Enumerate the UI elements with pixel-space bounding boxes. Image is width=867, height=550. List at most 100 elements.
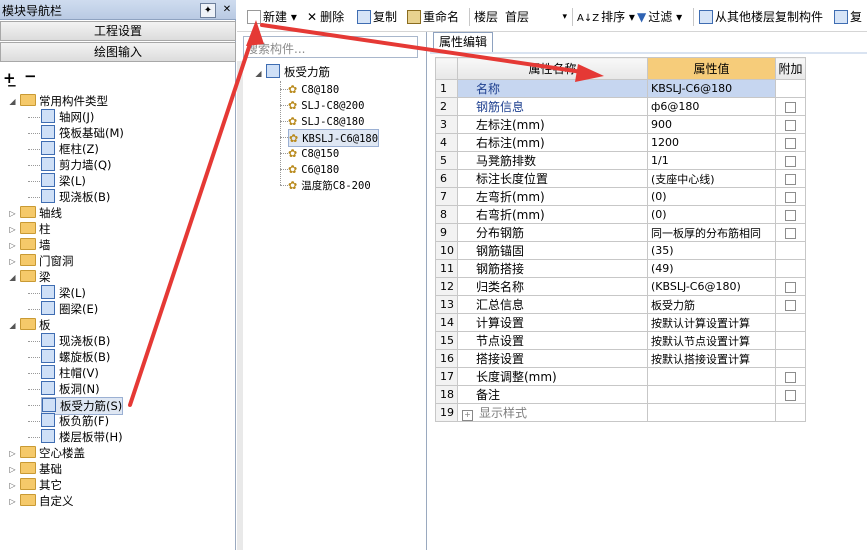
nav-tree-item[interactable]: 柱	[20, 221, 51, 237]
property-value[interactable]: (KBSLJ-C6@180)	[647, 277, 776, 296]
property-value[interactable]: 同一板厚的分布筋相同	[647, 223, 776, 242]
nav-tree-item[interactable]: 其它	[20, 477, 62, 493]
add-checkbox[interactable]	[785, 371, 796, 383]
add-checkbox[interactable]	[785, 101, 796, 113]
component-item[interactable]: ✿ SLJ-C8@180	[288, 113, 364, 129]
add-checkbox[interactable]	[785, 227, 796, 239]
add-checkbox[interactable]	[785, 137, 796, 149]
sort-button[interactable]: A↓Z 排序 ▾	[577, 8, 635, 26]
nav-tree-item[interactable]: 梁	[20, 269, 51, 285]
table-row[interactable]: 19 + 显示样式	[435, 403, 806, 422]
table-row[interactable]: 14 计算设置 按默认计算设置计算	[435, 313, 806, 332]
copy-button[interactable]: 复制	[357, 8, 397, 26]
filter-button[interactable]: ▼ 过滤 ▾	[637, 8, 682, 26]
table-row[interactable]: 16 搭接设置 按默认搭接设置计算	[435, 349, 806, 368]
rename-button[interactable]: 重命名	[407, 8, 459, 26]
add-checkbox[interactable]	[785, 173, 796, 185]
search-icon[interactable]: ⌕	[246, 39, 414, 54]
floor-select[interactable]: 首层 ▾	[505, 8, 567, 26]
delete-button[interactable]: ✕ 删除	[307, 8, 344, 26]
collapse-toggle-icon[interactable]: ◢	[8, 97, 17, 106]
collapse-toggle-icon[interactable]: ◢	[254, 69, 263, 78]
tab-property-edit[interactable]: 属性编辑	[433, 32, 493, 52]
add-checkbox[interactable]	[785, 299, 796, 311]
property-value[interactable]: (支座中心线)	[647, 169, 776, 188]
table-row[interactable]: 17 长度调整(mm)	[435, 367, 806, 386]
component-item[interactable]: ✿ SLJ-C8@200	[288, 97, 364, 113]
expand-toggle-icon[interactable]: ▷	[8, 465, 17, 474]
nav-tree-item[interactable]: 现浇板(B)	[41, 189, 110, 205]
expand-toggle-icon[interactable]: ▷	[8, 257, 17, 266]
table-row[interactable]: 8 右弯折(mm) (0)	[435, 205, 806, 224]
add-checkbox[interactable]	[785, 119, 796, 131]
drawing-input-button[interactable]: 绘图输入	[0, 42, 236, 62]
property-value[interactable]: (35)	[647, 241, 776, 260]
table-row[interactable]: 7 左弯折(mm) (0)	[435, 187, 806, 206]
nav-tree-item[interactable]: 常用构件类型	[20, 93, 108, 109]
collapse-toggle-icon[interactable]: ◢	[8, 321, 17, 330]
add-checkbox[interactable]	[785, 155, 796, 167]
table-row[interactable]: 9 分布钢筋 同一板厚的分布筋相同	[435, 223, 806, 242]
expand-toggle-icon[interactable]: ▷	[8, 241, 17, 250]
component-item[interactable]: ✿ C8@150	[288, 145, 339, 161]
nav-tree-item[interactable]: 墙	[20, 237, 51, 253]
table-row[interactable]: 12 归类名称 (KBSLJ-C6@180)	[435, 277, 806, 296]
add-checkbox[interactable]	[785, 209, 796, 221]
nav-tree-item[interactable]: 筏板基础(M)	[41, 125, 124, 141]
property-value[interactable]: (49)	[647, 259, 776, 278]
property-value[interactable]: (0)	[647, 187, 776, 206]
table-row[interactable]: 13 汇总信息 板受力筋	[435, 295, 806, 314]
table-row[interactable]: 18 备注	[435, 385, 806, 404]
nav-tree-item[interactable]: 柱帽(V)	[41, 365, 99, 381]
property-value[interactable]: 按默认节点设置计算	[647, 331, 776, 350]
property-value[interactable]	[647, 403, 776, 422]
copy-more-button[interactable]: 复	[834, 8, 862, 26]
expand-toggle-icon[interactable]: ▷	[8, 449, 17, 458]
pin-icon[interactable]: ✦	[200, 3, 216, 18]
component-item[interactable]: ✿ 温度筋C8-200	[288, 177, 371, 193]
property-value[interactable]	[647, 385, 776, 404]
project-settings-button[interactable]: 工程设置	[0, 21, 236, 41]
scrollbar[interactable]	[237, 61, 243, 550]
table-row[interactable]: 11 钢筋搭接 (49)	[435, 259, 806, 278]
nav-tree-item[interactable]: 梁(L)	[41, 285, 86, 301]
collapse-toggle-icon[interactable]: ◢	[8, 273, 17, 282]
nav-tree-item[interactable]: 梁(L)	[41, 173, 86, 189]
nav-tree-item[interactable]: 轴网(J)	[41, 109, 94, 125]
expand-icon[interactable]: +	[462, 410, 473, 421]
property-value[interactable]: 900	[647, 115, 776, 134]
add-checkbox[interactable]	[785, 191, 796, 203]
expand-toggle-icon[interactable]: ▷	[8, 209, 17, 218]
table-row[interactable]: 6 标注长度位置 (支座中心线)	[435, 169, 806, 188]
component-item[interactable]: ✿ C6@180	[288, 161, 339, 177]
copy-from-floor-button[interactable]: 从其他楼层复制构件	[699, 8, 823, 26]
expand-toggle-icon[interactable]: ▷	[8, 497, 17, 506]
nav-tree-item[interactable]: 楼层板带(H)	[41, 429, 123, 445]
search-input[interactable]: 搜索构件... ⌕	[243, 36, 418, 58]
property-value[interactable]: 1200	[647, 133, 776, 152]
nav-tree-item[interactable]: 板	[20, 317, 51, 333]
component-item[interactable]: ✿ C8@180	[288, 81, 339, 97]
nav-tree-item[interactable]: 门窗洞	[20, 253, 74, 269]
nav-tree-item[interactable]: 板负筋(F)	[41, 413, 109, 429]
expand-toggle-icon[interactable]: ▷	[8, 225, 17, 234]
collapse-all-icon[interactable]: −	[24, 67, 37, 85]
table-row[interactable]: 5 马凳筋排数 1/1	[435, 151, 806, 170]
table-row[interactable]: 10 钢筋锚固 (35)	[435, 241, 806, 260]
nav-tree-item[interactable]: 框柱(Z)	[41, 141, 99, 157]
table-row[interactable]: 2 钢筋信息 ф6@180	[435, 97, 806, 116]
table-row[interactable]: 3 左标注(mm) 900	[435, 115, 806, 134]
expand-toggle-icon[interactable]: ▷	[8, 481, 17, 490]
property-value[interactable]: 按默认搭接设置计算	[647, 349, 776, 368]
close-icon[interactable]: ✕	[220, 3, 234, 16]
nav-tree-item[interactable]: 现浇板(B)	[41, 333, 110, 349]
table-row[interactable]: 1 名称 KBSLJ-C6@180	[435, 79, 806, 98]
property-value[interactable]: (0)	[647, 205, 776, 224]
property-value[interactable]: 按默认计算设置计算	[647, 313, 776, 332]
property-value[interactable]: ф6@180	[647, 97, 776, 116]
nav-tree-item[interactable]: 自定义	[20, 493, 74, 509]
property-value[interactable]: 板受力筋	[647, 295, 776, 314]
component-tree-root[interactable]: ◢ 板受力筋	[254, 64, 330, 80]
property-value[interactable]: 1/1	[647, 151, 776, 170]
nav-tree-item[interactable]: 轴线	[20, 205, 62, 221]
